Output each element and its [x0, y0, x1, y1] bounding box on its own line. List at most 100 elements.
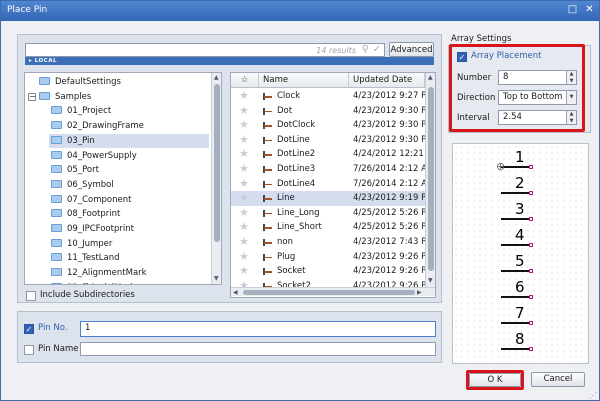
preview-pin-line: [501, 166, 530, 168]
search-icon[interactable]: ⚲: [362, 44, 369, 55]
direction-select[interactable]: Top to Bottom ▼: [498, 90, 577, 105]
tree-item[interactable]: 04_PowerSupply: [49, 149, 209, 163]
tree-scroll-thumb[interactable]: [214, 84, 220, 242]
tree-item[interactable]: 06_Symbol: [49, 178, 209, 192]
cell-updated-date: 7/26/2014 2:12 AM: [353, 164, 435, 174]
collapse-icon[interactable]: −: [28, 92, 36, 101]
cell-updated-date: 4/23/2012 9:27 PM: [353, 91, 434, 101]
tree-item-label: 07_Component: [67, 194, 132, 205]
tree-item[interactable]: 08_Footprint: [49, 207, 209, 221]
tree-item[interactable]: 11_TestLand: [49, 251, 209, 265]
cell-name: DotLine2: [277, 149, 316, 160]
star-icon[interactable]: ★: [239, 118, 249, 133]
star-icon[interactable]: ★: [239, 191, 249, 206]
advanced-button[interactable]: Advanced: [389, 42, 434, 57]
pin-name-checkbox[interactable]: [24, 345, 34, 355]
maximize-icon[interactable]: □: [566, 4, 579, 17]
number-input[interactable]: 8 ▲ ▼: [498, 70, 577, 85]
cell-name: non: [277, 237, 293, 247]
pin-name-input[interactable]: [80, 342, 436, 356]
folder-icon: [39, 91, 50, 100]
cell-updated-date: 4/23/2012 9:30 PM: [353, 120, 434, 131]
folder-icon: [51, 121, 62, 130]
tree-item[interactable]: 10_Jumper: [49, 237, 209, 251]
tree-item[interactable]: 13_FiducialMark: [49, 281, 209, 284]
star-icon[interactable]: ★: [239, 206, 249, 221]
preview-pin-line: [501, 270, 530, 272]
star-icon[interactable]: ★: [239, 89, 249, 104]
preview-pin-number: 8: [515, 330, 525, 348]
number-spinner[interactable]: ▲ ▼: [566, 71, 576, 84]
pin-icon: [263, 180, 273, 188]
search-input[interactable]: 14 results ⚲ ✓: [25, 43, 385, 57]
cell-updated-date: 4/23/2012 9:30 PM: [353, 134, 434, 145]
star-icon[interactable]: ★: [239, 250, 249, 265]
pin-icon: [263, 224, 273, 232]
star-icon[interactable]: ★: [239, 133, 249, 148]
table-row[interactable]: ★ Clock 4/23/2012 9:27 PM: [231, 89, 434, 104]
tree-item[interactable]: 02_DrawingFrame: [49, 119, 209, 133]
table-row[interactable]: ★ Line_Short 4/25/2012 5:26 PM: [231, 220, 434, 235]
cell-updated-date: 4/23/2012 9:26 PM: [353, 266, 434, 277]
pin-no-input[interactable]: 1: [80, 321, 436, 337]
folder-icon: [51, 194, 62, 203]
ok-button[interactable]: O K: [469, 373, 521, 387]
tree-item-label: 02_DrawingFrame: [67, 121, 144, 132]
preview-pin-number: 2: [515, 174, 525, 192]
star-icon[interactable]: ★: [239, 104, 249, 119]
table-row[interactable]: ★ DotLine 4/23/2012 9:30 PM: [231, 133, 434, 148]
parts-grid[interactable]: ☆ Name Updated Date ★ Clock 4/23/2012 9:27…: [230, 72, 436, 298]
grid-horizontal-scrollbar[interactable]: ◀ ▶: [231, 287, 435, 296]
tree-scrollbar[interactable]: ▲ ▼: [211, 73, 221, 284]
cancel-button[interactable]: Cancel: [531, 372, 585, 387]
tree-item-label: 11_TestLand: [67, 253, 120, 264]
table-row[interactable]: ★ non 4/23/2012 7:43 PM: [231, 235, 434, 250]
chevron-down-icon[interactable]: ▼: [566, 91, 576, 104]
tree-item[interactable]: 09_IPCFootprint: [49, 222, 209, 236]
pin-no-checkbox[interactable]: ✓: [24, 324, 34, 334]
tree-item[interactable]: 05_Port: [49, 163, 209, 177]
check-icon[interactable]: ✓: [373, 44, 381, 55]
table-row[interactable]: ★ Socket 4/23/2012 9:26 PM: [231, 264, 434, 279]
tree-item[interactable]: DefaultSettings: [37, 75, 209, 89]
table-row[interactable]: ★ DotLine3 7/26/2014 2:12 AM: [231, 162, 434, 177]
place-pin-dialog: Place Pin □ ✕ 14 results ⚲ ✓ Advanced ▸ …: [0, 0, 600, 401]
preview-pin-end: [529, 243, 533, 247]
table-row[interactable]: ★ DotClock 4/23/2012 9:30 PM: [231, 118, 434, 133]
close-icon[interactable]: ✕: [583, 4, 596, 17]
table-row[interactable]: ★ DotLine4 7/26/2014 2:12 AM: [231, 177, 434, 192]
star-icon[interactable]: ★: [239, 177, 249, 192]
folder-tree[interactable]: DefaultSettings Samples − 01_Project 02_Draw…: [24, 72, 222, 285]
include-subdirectories-checkbox[interactable]: [26, 291, 36, 301]
favorite-column-header[interactable]: ☆: [231, 73, 259, 88]
table-row[interactable]: ★ Dot 4/23/2012 9:30 PM: [231, 104, 434, 119]
grid-scrollbar[interactable]: ▲ ▼: [425, 73, 435, 287]
interval-spinner[interactable]: ▲ ▼: [566, 111, 576, 124]
table-row[interactable]: ★ Line 4/23/2012 9:19 PM: [231, 191, 434, 206]
source-local-tab[interactable]: ▸ LOCAL: [25, 57, 434, 65]
table-row[interactable]: ★ DotLine2 4/24/2012 12:21 AM: [231, 147, 435, 162]
star-icon[interactable]: ★: [239, 220, 249, 235]
interval-input[interactable]: 2.54 ▲ ▼: [498, 110, 577, 125]
tree-item[interactable]: Samples: [37, 90, 209, 104]
table-row[interactable]: ★ Plug 4/23/2012 9:26 PM: [231, 250, 434, 265]
include-subdirectories-label: Include Subdirectories: [40, 290, 135, 300]
updated-date-column-header[interactable]: Updated Date: [349, 73, 425, 88]
table-row[interactable]: ★ Line_Long 4/25/2012 5:26 PM: [231, 206, 434, 221]
preview-pin-end: [529, 269, 533, 273]
source-label: LOCAL: [34, 58, 57, 64]
resize-grip-icon[interactable]: ⋰: [589, 391, 597, 400]
grid-scroll-thumb[interactable]: [428, 87, 434, 271]
array-placement-checkbox[interactable]: ✓: [457, 52, 467, 62]
star-icon[interactable]: ★: [239, 235, 249, 250]
tree-item[interactable]: 03_Pin: [49, 133, 209, 148]
tree-item[interactable]: 01_Project: [49, 104, 209, 118]
tree-item[interactable]: 07_Component: [49, 193, 209, 207]
star-icon[interactable]: ★: [239, 147, 249, 162]
folder-icon: [51, 282, 62, 284]
star-icon[interactable]: ★: [239, 264, 249, 279]
grid-hscroll-thumb[interactable]: [243, 290, 415, 295]
name-column-header[interactable]: Name: [259, 73, 349, 88]
star-icon[interactable]: ★: [239, 162, 249, 177]
tree-item[interactable]: 12_AlignmentMark: [49, 266, 209, 280]
